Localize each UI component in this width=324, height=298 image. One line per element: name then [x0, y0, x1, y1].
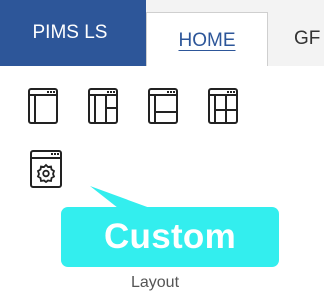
- layout-grid-icon: [208, 88, 238, 124]
- layout-three-column-button[interactable]: [88, 88, 118, 124]
- tab-next-partial[interactable]: GF: [294, 28, 320, 50]
- tab-home[interactable]: HOME: [146, 12, 268, 68]
- layout-group-label: Layout: [130, 274, 180, 291]
- layout-three-column-icon: [88, 88, 118, 124]
- layout-grid-button[interactable]: [208, 88, 238, 124]
- layout-single-icon: [28, 88, 58, 124]
- tab-pims-ls-label: PIMS LS: [32, 22, 108, 43]
- custom-callout-text: Custom: [103, 217, 237, 256]
- layout-single-button[interactable]: [28, 88, 58, 124]
- custom-callout: Custom: [61, 207, 279, 267]
- layout-left-split-icon: [148, 88, 178, 124]
- tab-next-label: GF: [294, 28, 321, 49]
- gear-icon: [30, 150, 62, 188]
- tab-pims-ls[interactable]: PIMS LS: [0, 0, 146, 66]
- ribbon-tab-strip: PIMS LS HOME GF: [0, 0, 324, 68]
- layout-left-split-button[interactable]: [148, 88, 178, 124]
- tab-home-label: HOME: [178, 29, 236, 51]
- layout-custom-button[interactable]: [30, 150, 62, 188]
